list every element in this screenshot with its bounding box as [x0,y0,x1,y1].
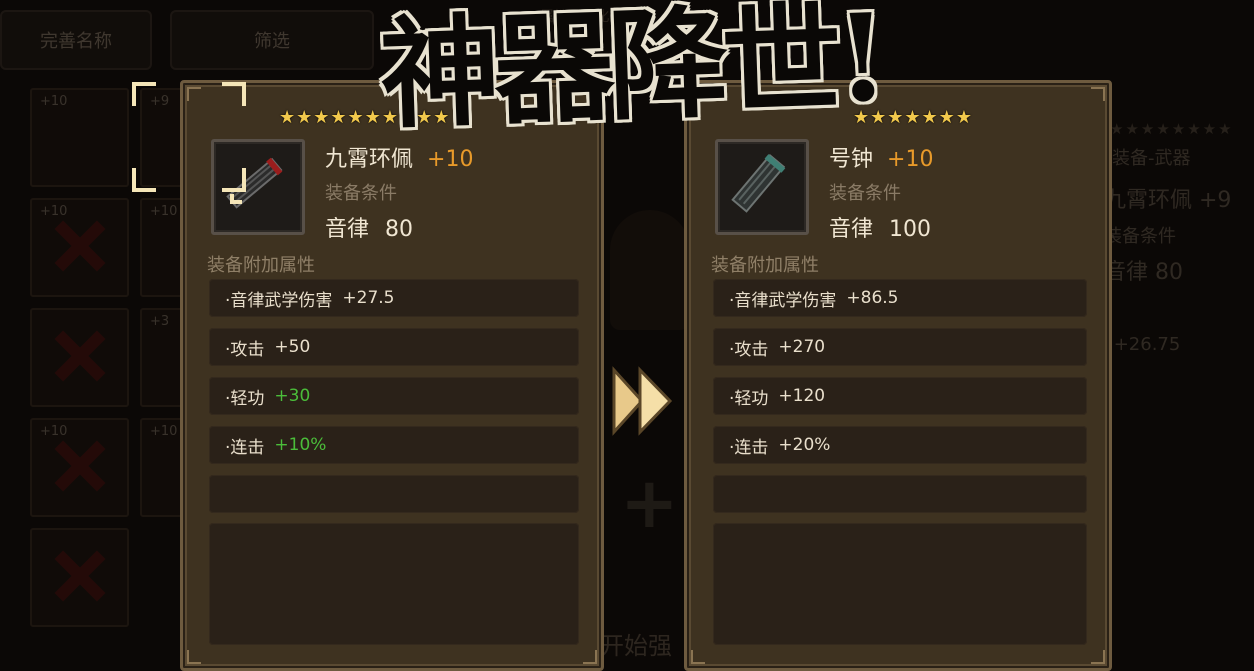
item-name-text: 九霄环佩 [325,147,414,172]
attribute-row: ·攻击 +50 [209,328,579,366]
req-stat-value: 80 [385,217,414,242]
item-name: 九霄环佩 +9 [1104,188,1232,213]
req-stat-name: 音律 [325,217,370,242]
attribute-label: ·连击 [225,437,265,458]
attribute-label: ·攻击 [729,339,769,360]
section-title: 装备附加属性 [711,255,819,276]
artifact-banner: 神器降世! [377,0,885,146]
attribute-row-empty [209,475,579,513]
star-rating: ★★★★★★★★ [1110,120,1234,138]
req-stat-value: 100 [889,217,932,242]
attribute-value: +86.5 [846,288,899,308]
frame-corner [187,650,201,664]
slot-level: +10 [150,424,178,439]
inventory-slot[interactable]: +10 [30,88,129,187]
req-label: 装备条件 [1104,226,1176,247]
item-name: 号钟 +10 [829,141,933,173]
slot-level: +3 [150,314,170,329]
character-portrait [610,210,690,330]
slot-level: +10 [40,94,68,109]
attribute-row: ·轻功 +120 [713,377,1087,415]
inventory-slot[interactable] [30,308,129,407]
enhance-level: +10 [427,147,474,172]
slot-level: +10 [40,424,68,439]
upgraded-item-panel: ★★★★★★★ 号钟 +10 装备条件 音律 100 装备附加属性 ·音律武学伤害 +… [684,80,1112,671]
sort-button-label: 完善名称 [40,31,112,52]
filter-button-label: 筛选 [254,31,290,52]
attribute-value: +270 [778,337,826,357]
equip-requirement: 音律 80 [325,211,413,243]
attribute-label: ·攻击 [225,339,265,360]
attribute-label: ·音律武学伤害 [729,290,837,311]
attribute-row: ·连击 +20% [713,426,1087,464]
slot-level: +10 [40,204,68,219]
item-category: 装备-武器 [1112,148,1191,169]
filter-button[interactable]: 筛选 [170,10,374,70]
slot-level: +10 [150,204,178,219]
frame-corner [583,650,597,664]
sort-button[interactable]: 完善名称 [0,10,152,70]
frame-corner [691,650,705,664]
section-title: 装备附加属性 [207,255,315,276]
attribute-value: +27.5 [342,288,395,308]
item-name-text: 号钟 [829,147,874,172]
attribute-label: ·音律武学伤害 [225,290,333,311]
double-arrow-icon [612,366,673,436]
frame-corner [187,87,201,101]
equip-requirement-label: 装备条件 [829,183,901,204]
attribute-label: ·连击 [729,437,769,458]
inventory-slot[interactable]: +10 [30,418,129,517]
attribute-value: +120 [778,386,826,406]
req-stat-name: 音律 [829,217,874,242]
attribute-label: ·轻功 [225,388,265,409]
start-enhance-button[interactable]: 开始强 [600,626,672,661]
selection-bracket [222,168,246,192]
plus-icon: + [620,462,679,544]
extra-info-box [713,523,1087,645]
attribute-value: +30 [274,386,311,406]
attribute-row: ·攻击 +270 [713,328,1087,366]
equip-requirement: 音律 100 [829,211,931,243]
attribute-row: ·音律武学伤害 +27.5 [209,279,579,317]
attribute-row-empty [713,475,1087,513]
attribute-value: +50 [274,337,311,357]
attribute-value: +10% [274,435,327,455]
guqin-weapon-icon [731,153,786,213]
item-icon-frame[interactable] [715,139,809,235]
req-stat: 音律 80 [1104,260,1183,285]
inventory-slot[interactable] [30,528,129,627]
attribute-label: ·轻功 [729,388,769,409]
selection-bracket [132,168,156,192]
attribute-row: ·轻功 +30 [209,377,579,415]
equip-requirement-label: 装备条件 [325,183,397,204]
frame-corner [1091,650,1105,664]
enhance-level: +10 [887,147,934,172]
attribute-value: +20% [778,435,831,455]
frame-corner [1091,87,1105,101]
attribute-row: ·音律武学伤害 +86.5 [713,279,1087,317]
attribute-row: ·连击 +10% [209,426,579,464]
selection-bracket [132,82,156,106]
inventory-slot[interactable]: +10 [30,198,129,297]
selection-bracket [222,82,246,106]
extra-info-box [209,523,579,645]
